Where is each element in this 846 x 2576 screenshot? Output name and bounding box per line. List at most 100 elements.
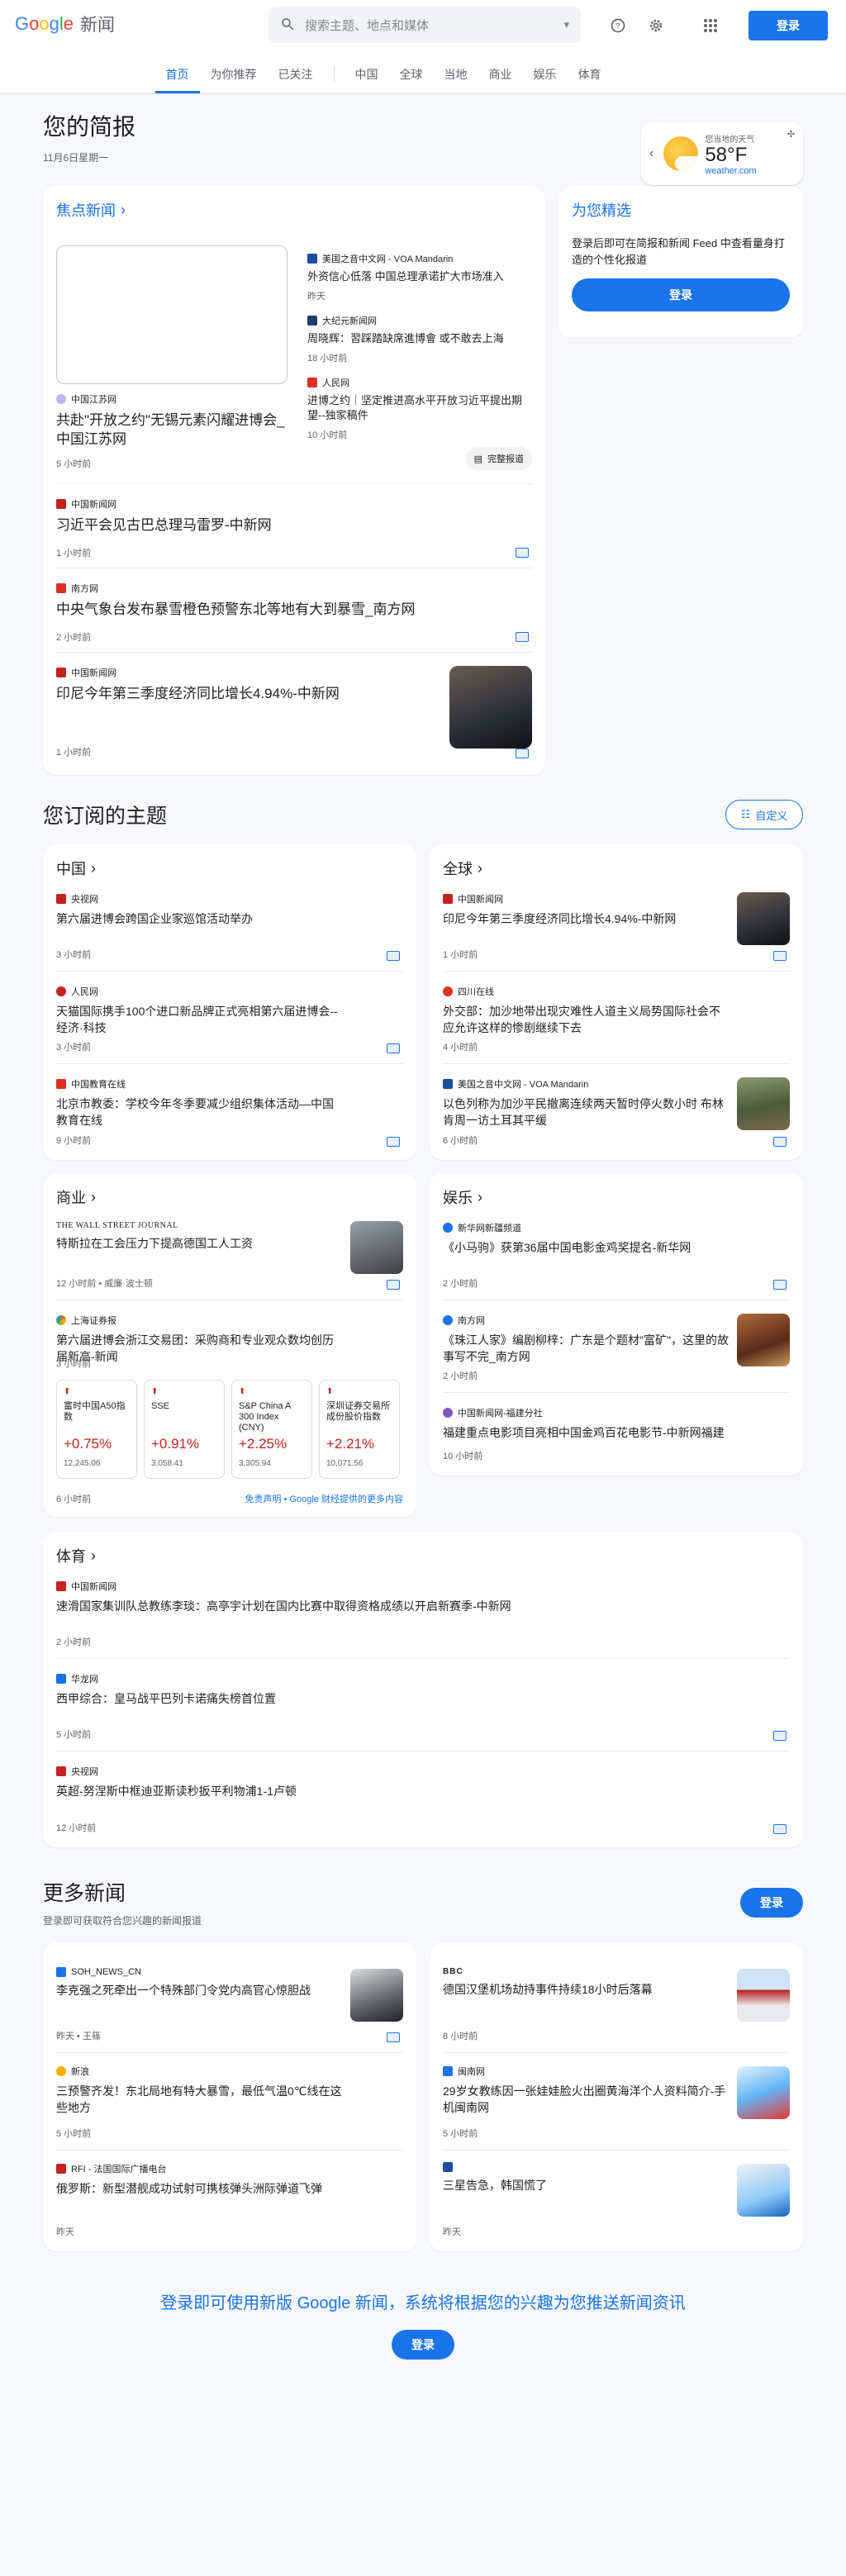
topic-heading[interactable]: 商业 › bbox=[56, 1186, 403, 1208]
stock-tile[interactable]: ⬆ SSE +0.91% 3,058.41 bbox=[144, 1380, 225, 1479]
story-thumbnail[interactable] bbox=[737, 1969, 790, 2022]
arrow-up-icon: ⬆ bbox=[64, 1387, 71, 1396]
story-headline[interactable]: 第六届进博会浙江交易团：采购商和专业观众数均创历届新高-新闻 bbox=[56, 1332, 403, 1365]
full-coverage-icon[interactable] bbox=[387, 1280, 400, 1290]
for-you-title[interactable]: 为您精选 bbox=[572, 199, 790, 221]
tab-home[interactable]: 首页 bbox=[154, 66, 200, 93]
tab-business[interactable]: 商业 bbox=[478, 66, 523, 93]
story-time: 3 小时前 bbox=[56, 1043, 92, 1053]
gear-icon[interactable] bbox=[646, 16, 666, 36]
full-coverage-icon[interactable] bbox=[387, 1043, 400, 1053]
chevron-right-icon[interactable]: › bbox=[91, 860, 96, 877]
chevron-right-icon[interactable]: › bbox=[478, 860, 482, 877]
source-name: BBC bbox=[443, 1967, 463, 1976]
full-coverage-icon[interactable] bbox=[773, 951, 787, 961]
tab-world[interactable]: 全球 bbox=[389, 66, 434, 93]
help-icon[interactable]: ? bbox=[608, 16, 628, 36]
expand-icon[interactable]: ✣ bbox=[787, 129, 795, 140]
story-headline[interactable]: 英超-努涅斯中框迪亚斯读秒扳平利物浦1-1卢顿 bbox=[56, 1783, 790, 1799]
full-coverage-icon[interactable] bbox=[773, 1280, 787, 1290]
for-you-signin-button[interactable]: 登录 bbox=[572, 278, 790, 311]
chevron-right-icon[interactable]: › bbox=[121, 202, 126, 219]
topic-heading[interactable]: 体育 › bbox=[56, 1545, 790, 1566]
google-news-logo[interactable]: Google 新闻 bbox=[15, 12, 271, 36]
story-thumbnail[interactable] bbox=[350, 1969, 403, 2022]
tab-sports[interactable]: 体育 bbox=[568, 66, 612, 93]
full-coverage-icon[interactable] bbox=[387, 1137, 400, 1147]
apps-grid-icon[interactable] bbox=[701, 16, 720, 36]
full-coverage-icon[interactable] bbox=[387, 951, 400, 961]
section-nav: 首页 为你推荐 已关注 中国 全球 当地 商业 娱乐 体育 bbox=[0, 48, 846, 94]
stock-tile[interactable]: ⬆ 富时中国A50指数 +0.75% 12,245.06 bbox=[56, 1380, 137, 1479]
tab-following[interactable]: 已关注 bbox=[268, 66, 324, 93]
story-headline[interactable]: 共赴"开放之约"无锡元素闪耀进博会_中国江苏网 bbox=[56, 411, 288, 449]
topic-heading[interactable]: 娱乐 › bbox=[443, 1186, 790, 1208]
story-thumbnail[interactable] bbox=[737, 1314, 790, 1366]
story-thumbnail[interactable] bbox=[737, 2066, 790, 2119]
search-box[interactable]: 搜索主题、地点和媒体 ▾ bbox=[269, 7, 581, 43]
story-headline[interactable]: 《小马驹》获第36届中国电影金鸡奖提名-新华网 bbox=[443, 1239, 790, 1256]
chevron-down-icon[interactable]: ▾ bbox=[563, 18, 569, 31]
story-headline[interactable]: 习近平会见古巴总理马雷罗-中新网 bbox=[56, 516, 532, 535]
partly-cloudy-icon bbox=[663, 136, 704, 171]
story-headline[interactable]: 天猫国际携手100个进口新品牌正式亮相第六届进博会--经济·科技 bbox=[56, 1003, 403, 1036]
story-headline[interactable]: 北京市教委：学校今年冬季要减少组织集体活动—中国教育在线 bbox=[56, 1096, 403, 1129]
full-coverage-icon[interactable] bbox=[516, 548, 529, 558]
weather-source[interactable]: weather.com bbox=[705, 166, 756, 176]
story-headline[interactable]: 俄罗斯：新型潜舰成功试射可携核弹头洲际弹道飞弹 bbox=[56, 2180, 403, 2197]
source-name: 人民网 bbox=[322, 378, 349, 388]
headlines-title[interactable]: 焦点新闻 bbox=[56, 199, 116, 221]
weather-widget[interactable]: ‹ 您当地的天气 58°F weather.com ✣ bbox=[641, 122, 803, 185]
story-thumbnail[interactable] bbox=[449, 666, 532, 749]
story-thumbnail[interactable] bbox=[737, 2164, 790, 2217]
story-headline[interactable]: 三预警齐发！东北局地有特大暴雪，最低气温0℃线在这些地方 bbox=[56, 2083, 403, 2116]
story-headline[interactable]: 进博之约｜坚定推进高水平开放习近平提出期望--独家稿件 bbox=[307, 393, 532, 423]
tab-china[interactable]: 中国 bbox=[345, 66, 389, 93]
full-coverage-icon[interactable] bbox=[773, 1137, 787, 1147]
story-headline[interactable]: 福建重点电影项目亮相中国金鸡百花电影节-中新网福建 bbox=[443, 1424, 790, 1441]
finance-link[interactable]: 免责声明 • Google 财经提供的更多内容 bbox=[245, 1492, 404, 1505]
story-time: 6 小时前 bbox=[443, 1136, 478, 1146]
topic-card-sports: 体育 › 中国新闻网 速滑国家集训队总教练李琰：高亭宇计划在国内比赛中取得资格成绩以… bbox=[43, 1532, 803, 1847]
full-coverage-icon[interactable] bbox=[516, 749, 529, 758]
chevron-right-icon[interactable]: › bbox=[91, 1189, 96, 1206]
more-news-signin-button[interactable]: 登录 bbox=[740, 1887, 803, 1918]
tab-for-you[interactable]: 为你推荐 bbox=[200, 66, 268, 93]
story-thumbnail[interactable] bbox=[737, 1077, 790, 1130]
full-coverage-button[interactable]: ▤ 完整报道 bbox=[465, 447, 532, 470]
full-coverage-icon[interactable] bbox=[516, 632, 529, 642]
story-headline[interactable]: 西甲综合：皇马战平巴列卡诺痛失榜首位置 bbox=[56, 1690, 790, 1707]
story-headline[interactable]: 第六届进博会跨国企业家巡馆活动举办 bbox=[56, 910, 403, 927]
story-thumbnail[interactable] bbox=[350, 1221, 403, 1274]
full-coverage-icon[interactable] bbox=[773, 1824, 787, 1834]
full-coverage-icon[interactable] bbox=[387, 2032, 400, 2042]
story-thumbnail[interactable] bbox=[737, 892, 790, 945]
source-name: SOH_NEWS_CN bbox=[71, 1967, 141, 1977]
chevron-right-icon[interactable]: › bbox=[478, 1189, 482, 1206]
topic-card-entertainment: 娱乐 › 新华网新疆频道 《小马驹》获第36届中国电影金鸡奖提名-新华网 2 小时前 … bbox=[430, 1173, 803, 1476]
full-coverage-icon[interactable] bbox=[773, 1731, 787, 1741]
story-image[interactable] bbox=[56, 245, 288, 384]
source-name: THE WALL STREET JOURNAL bbox=[56, 1221, 178, 1230]
signin-button[interactable]: 登录 bbox=[749, 11, 828, 40]
story-headline[interactable]: 速滑国家集训队总教练李琰：高亭宇计划在国内比赛中取得资格成绩以开启新赛季-中新网 bbox=[56, 1598, 790, 1614]
story-headline[interactable]: 外交部：加沙地带出现灾难性人道主义局势国际社会不应允许这样的惨剧继续下去 bbox=[443, 1003, 790, 1036]
chevron-right-icon[interactable]: › bbox=[91, 1547, 96, 1565]
story-headline[interactable]: 外资信心低落 中国总理承诺扩大市场准入 bbox=[307, 269, 532, 284]
stock-tile[interactable]: ⬆ S&P China A 300 Index (CNY) +2.25% 3,305.… bbox=[231, 1380, 312, 1479]
chevron-left-icon[interactable]: ‹ bbox=[649, 146, 654, 161]
cta-signin-button[interactable]: 登录 bbox=[392, 2330, 454, 2360]
customize-button[interactable]: ☷ 自定义 bbox=[725, 800, 803, 829]
story-headline[interactable]: 中央气象台发布暴雪橙色预警东北等地有大到暴雪_南方网 bbox=[56, 600, 532, 619]
story-headline[interactable]: 周晓辉：習踩踏缺席進博會 或不敢去上海 bbox=[307, 331, 532, 346]
headlines-heading[interactable]: 焦点新闻 › bbox=[56, 199, 532, 221]
story-row: 南方网 中央气象台发布暴雪橙色预警东北等地有大到暴雪_南方网 2 小时前 bbox=[56, 568, 532, 653]
search-icon[interactable] bbox=[280, 17, 295, 34]
search-placeholder[interactable]: 搜索主题、地点和媒体 bbox=[305, 17, 554, 34]
stock-tile[interactable]: ⬆ 深圳证券交易所成份股价指数 +2.21% 10,071.56 bbox=[319, 1380, 400, 1479]
tab-local[interactable]: 当地 bbox=[434, 66, 478, 93]
topic-heading[interactable]: 中国 › bbox=[56, 858, 403, 879]
topic-heading[interactable]: 全球 › bbox=[443, 858, 790, 879]
sub-story: 人民网 进博之约｜坚定推进高水平开放习近平提出期望--独家稿件 10 小时前 bbox=[307, 376, 532, 441]
tab-entertainment[interactable]: 娱乐 bbox=[523, 66, 568, 93]
